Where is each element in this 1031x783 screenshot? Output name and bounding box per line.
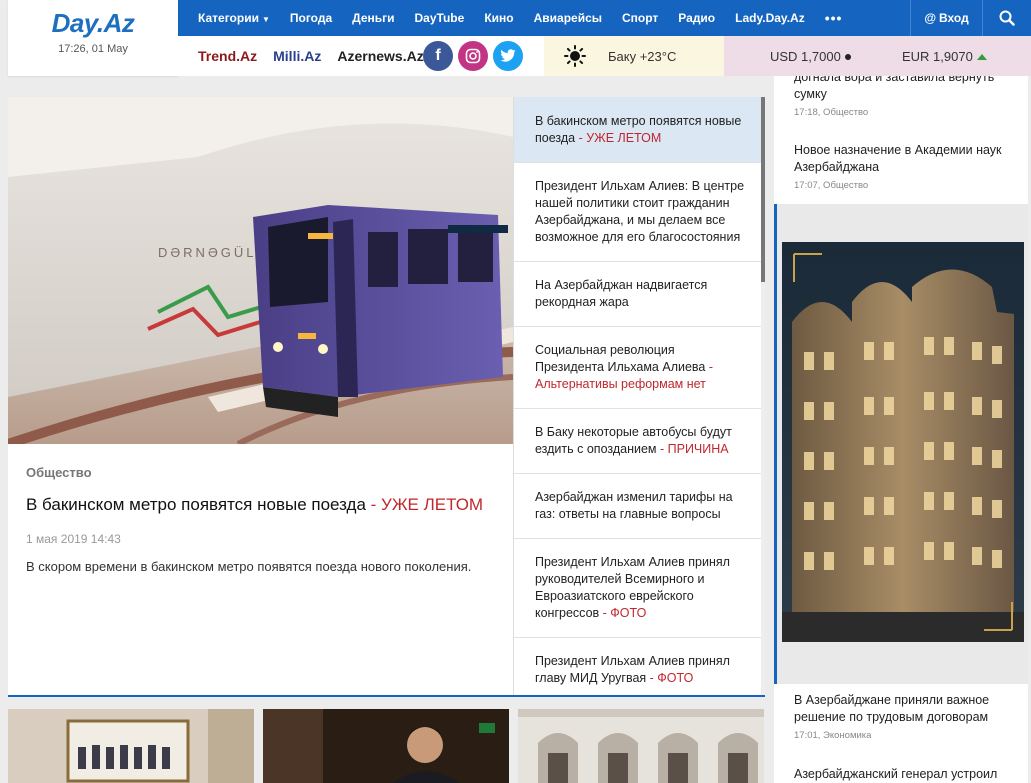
nav-cinema[interactable]: Кино <box>484 11 513 25</box>
list-item[interactable]: Новое назначение в Академии наук Азербай… <box>774 142 1028 191</box>
nav-lady[interactable]: Lady.Day.Az <box>735 11 805 25</box>
currency-widget[interactable]: USD 1,7000 EUR 1,9070 <box>724 36 1031 76</box>
chevron-down-icon: ▼ <box>261 15 270 24</box>
ad-image-building[interactable] <box>782 242 1024 642</box>
search-button[interactable] <box>982 0 1031 36</box>
more-menu-button[interactable]: ••• <box>825 10 843 26</box>
thumbnail-image-event[interactable] <box>8 709 254 783</box>
station-sign: DƏRNƏGÜL <box>158 245 256 260</box>
news-item[interactable]: Социальная революция Президента Ильхама … <box>514 327 762 409</box>
hero-date: 1 мая 2019 14:43 <box>26 532 121 546</box>
nav-money[interactable]: Деньги <box>352 11 394 25</box>
news-item[interactable]: Азербайджан изменил тарифы на газ: ответ… <box>514 474 762 539</box>
unchanged-dot-icon <box>844 54 851 61</box>
hero-category[interactable]: Общество <box>26 465 496 480</box>
hero-article: Общество В бакинском метро появятся новы… <box>26 465 496 575</box>
news-item[interactable]: На Азербайджан надвигается рекордная жар… <box>514 262 762 327</box>
advertisement-banner[interactable] <box>774 204 1028 684</box>
news-item[interactable]: Президент Ильхам Алиев принял главу МИД … <box>514 638 762 695</box>
nav-daytube[interactable]: DayTube <box>415 11 465 25</box>
news-item[interactable]: В Баку некоторые автобусы будут ездить с… <box>514 409 762 474</box>
twitter-icon[interactable] <box>493 41 523 71</box>
thumbnail-image-building[interactable] <box>518 709 764 783</box>
partner-bar: Trend.Az Milli.Az Azernews.Az f <box>178 36 544 76</box>
nav-weather[interactable]: Погода <box>290 11 332 25</box>
usd-rate: USD 1,7000 <box>770 49 851 64</box>
eur-rate: EUR 1,9070 <box>902 49 987 64</box>
news-item[interactable]: Президент Ильхам Алиев: В центре нашей п… <box>514 163 762 262</box>
weather-text: Баку +23°C <box>608 48 677 64</box>
nav-categories[interactable]: Категории ▼ <box>198 11 270 25</box>
news-item[interactable]: В бакинском метро появятся новые поезда … <box>514 97 762 163</box>
nav-radio[interactable]: Радио <box>678 11 715 25</box>
news-item[interactable]: Президент Ильхам Алиев принял руководите… <box>514 539 762 638</box>
main-nav: Категории ▼ Погода Деньги DayTube Кино Ав… <box>178 0 1031 36</box>
at-icon: @ <box>924 11 937 25</box>
news-scrollbar-thumb[interactable] <box>761 97 765 282</box>
partner-link-azernews[interactable]: Azernews.Az <box>337 48 423 64</box>
partner-link-trend[interactable]: Trend.Az <box>198 48 257 64</box>
list-item[interactable]: догнала вора и заставила вернуть сумку 1… <box>774 76 1028 118</box>
arrow-up-icon <box>976 54 987 61</box>
current-datetime: 17:26, 01 May <box>58 43 128 55</box>
login-button[interactable]: @ Вход <box>910 0 982 36</box>
top-news-list: В бакинском метро появятся новые поезда … <box>513 97 762 695</box>
site-logo[interactable]: Day.Az <box>8 0 178 39</box>
hero-title-link[interactable]: В бакинском метро появятся новые поезда … <box>26 494 496 516</box>
hero-lead: В скором времени в бакинском метро появя… <box>26 559 472 574</box>
list-item[interactable]: В Азербайджане приняли важное решение по… <box>774 692 1028 741</box>
logo-block[interactable]: Day.Az 17:26, 01 May <box>8 0 178 76</box>
nav-sport[interactable]: Спорт <box>622 11 658 25</box>
weather-widget[interactable]: Баку +23°C <box>544 36 724 76</box>
hero-image-metro-train[interactable]: DƏRNƏGÜL <box>8 97 513 444</box>
search-icon <box>999 10 1015 26</box>
partner-link-milli[interactable]: Milli.Az <box>273 48 321 64</box>
instagram-icon[interactable] <box>458 41 488 71</box>
nav-flights[interactable]: Авиарейсы <box>534 11 602 25</box>
thumbnail-image-official[interactable] <box>263 709 509 783</box>
list-item[interactable]: Азербайджанский генерал устроил <box>774 766 1028 783</box>
top-news-panel: DƏRNƏGÜL Общество В бакинском метро появ… <box>8 97 765 697</box>
sun-icon <box>564 45 586 67</box>
facebook-icon[interactable]: f <box>423 41 453 71</box>
latest-news-column: догнала вора и заставила вернуть сумку 1… <box>774 76 1028 783</box>
